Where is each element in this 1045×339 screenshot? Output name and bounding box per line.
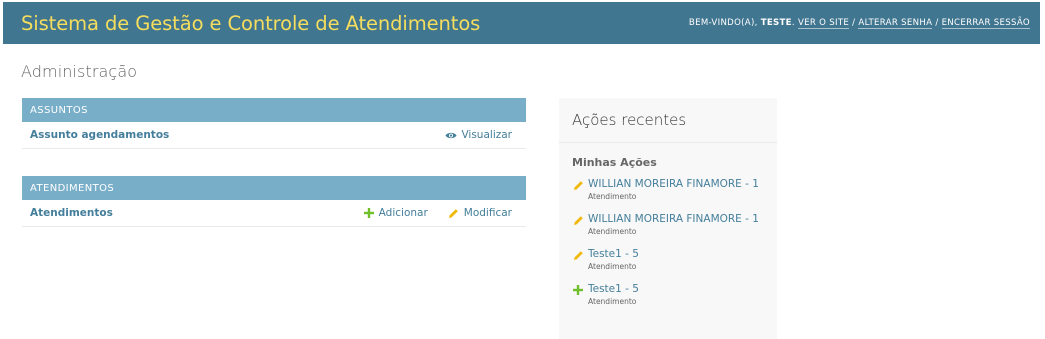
site-brand[interactable]: Sistema de Gestão e Controle de Atendime… [21, 12, 480, 35]
module-caption[interactable]: ASSUNTOS [22, 98, 526, 122]
recent-action-type: Atendimento [588, 297, 637, 306]
recent-action-type: Atendimento [588, 192, 637, 201]
my-actions-title: Minhas Ações [572, 156, 657, 169]
recent-action-link[interactable]: WILLIAN MOREIRA FINAMORE - 1 [588, 212, 759, 226]
header: Sistema de Gestão e Controle de Atendime… [3, 2, 1040, 44]
row-actions: Visualizar [445, 129, 512, 141]
list-item: Teste1 - 5 Atendimento [572, 247, 764, 273]
action-list: WILLIAN MOREIRA FINAMORE - 1 Atendimento… [559, 169, 777, 308]
pencil-icon [572, 249, 584, 261]
model-link-assunto-agendamentos[interactable]: Assunto agendamentos [30, 129, 169, 141]
module-atendimentos: ATENDIMENTOS Atendimentos Adicionar Modi… [22, 176, 526, 227]
recent-actions-title: Ações recentes [559, 98, 777, 143]
username: TESTE [760, 18, 792, 28]
change-password-link[interactable]: ALTERAR SENHA [858, 18, 933, 29]
view-label: Visualizar [461, 129, 512, 141]
module-assuntos: ASSUNTOS Assunto agendamentos Visualizar [22, 98, 526, 149]
pencil-icon [572, 214, 584, 226]
model-row: Atendimentos Adicionar Modificar [22, 200, 526, 227]
change-label: Modificar [463, 207, 512, 219]
eye-icon [445, 129, 457, 141]
plus-icon [572, 284, 584, 296]
view-button[interactable]: Visualizar [445, 129, 512, 141]
add-button[interactable]: Adicionar [363, 207, 428, 219]
action-text: WILLIAN MOREIRA FINAMORE - 1 Atendimento [588, 212, 759, 238]
recent-action-type: Atendimento [588, 227, 637, 236]
action-text: WILLIAN MOREIRA FINAMORE - 1 Atendimento [588, 177, 759, 203]
recent-action-link[interactable]: WILLIAN MOREIRA FINAMORE - 1 [588, 177, 759, 191]
plus-icon [363, 207, 375, 219]
page-title: Administração [21, 62, 138, 81]
pencil-icon [448, 207, 460, 219]
action-text: Teste1 - 5 Atendimento [588, 247, 639, 273]
module-caption[interactable]: ATENDIMENTOS [22, 176, 526, 200]
separator: / [849, 18, 859, 28]
action-text: Teste1 - 5 Atendimento [588, 282, 639, 308]
logout-link[interactable]: ENCERRAR SESSÃO [941, 18, 1030, 29]
change-button[interactable]: Modificar [448, 207, 512, 219]
view-site-link[interactable]: VER O SITE [797, 18, 850, 29]
row-actions: Adicionar Modificar [363, 207, 512, 219]
pencil-icon [572, 179, 584, 191]
add-label: Adicionar [378, 207, 428, 219]
list-item: WILLIAN MOREIRA FINAMORE - 1 Atendimento [572, 212, 764, 238]
model-row: Assunto agendamentos Visualizar [22, 122, 526, 149]
recent-action-link[interactable]: Teste1 - 5 [588, 282, 639, 296]
recent-action-type: Atendimento [588, 262, 637, 271]
recent-actions-panel: Ações recentes Minhas Ações WILLIAN MORE… [559, 98, 777, 339]
separator: / [932, 18, 942, 28]
list-item: Teste1 - 5 Atendimento [572, 282, 764, 308]
model-link-atendimentos[interactable]: Atendimentos [30, 207, 113, 219]
list-item: WILLIAN MOREIRA FINAMORE - 1 Atendimento [572, 177, 764, 203]
user-tools: BEM-VINDO(A), TESTE. VER O SITE / ALTERA… [688, 18, 1030, 29]
recent-action-link[interactable]: Teste1 - 5 [588, 247, 639, 261]
welcome-text: BEM-VINDO(A), [688, 18, 761, 28]
